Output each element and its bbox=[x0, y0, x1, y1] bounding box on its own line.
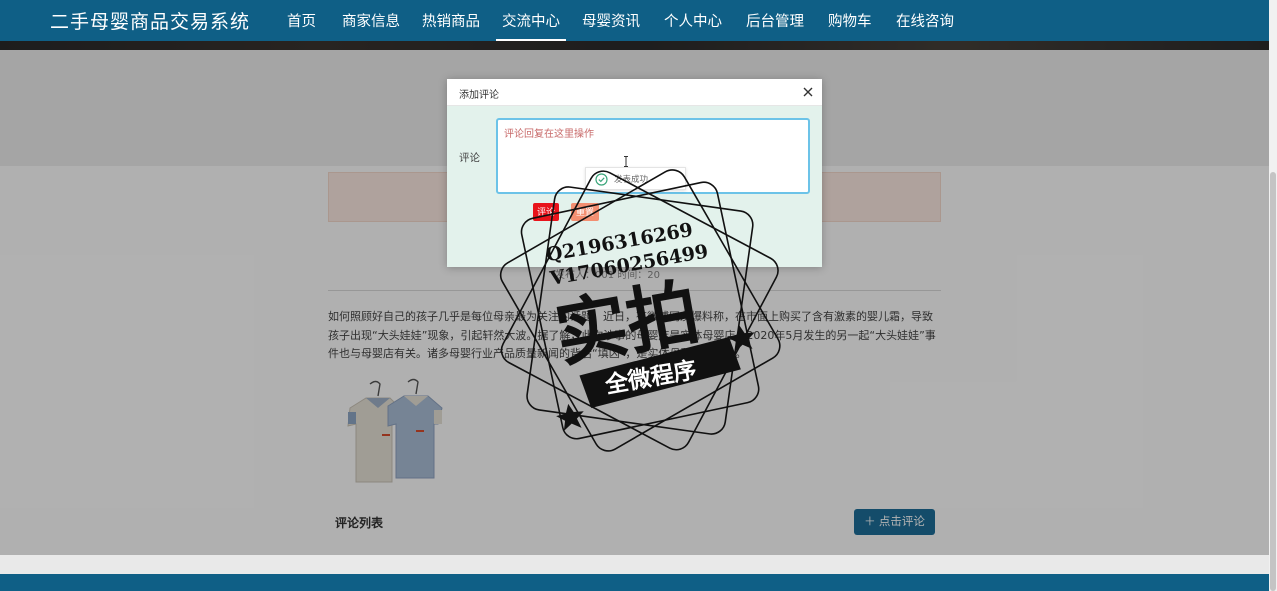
top-navbar: 二手母婴商品交易系统 首页 商家信息 热销商品 交流中心 母婴资讯 个人中心 后… bbox=[0, 0, 1277, 41]
nav-community[interactable]: 交流中心 bbox=[496, 10, 566, 41]
nav-online-consult[interactable]: 在线咨询 bbox=[896, 10, 954, 31]
close-icon[interactable] bbox=[801, 85, 815, 99]
text-cursor-icon bbox=[624, 156, 628, 167]
site-brand[interactable]: 二手母婴商品交易系统 bbox=[50, 7, 250, 34]
nav-cart[interactable]: 购物车 bbox=[828, 10, 872, 31]
scrollbar-thumb[interactable] bbox=[1270, 172, 1276, 591]
comment-field-label: 评论 bbox=[459, 152, 480, 164]
nav-news[interactable]: 母婴资讯 bbox=[582, 10, 640, 31]
nav-hot-products[interactable]: 热销商品 bbox=[422, 10, 480, 31]
nav-home[interactable]: 首页 bbox=[287, 10, 316, 31]
nav-merchants[interactable]: 商家信息 bbox=[342, 10, 400, 31]
dialog-title: 添加评论 bbox=[459, 90, 499, 101]
footer bbox=[0, 574, 1269, 591]
watermark-stamp: Q2196316269 V17060256499 实拍 全微程序 bbox=[499, 169, 781, 452]
nav-admin[interactable]: 后台管理 bbox=[746, 10, 804, 31]
nav-profile[interactable]: 个人中心 bbox=[664, 10, 722, 31]
dialog-header: 添加评论 bbox=[447, 79, 822, 106]
